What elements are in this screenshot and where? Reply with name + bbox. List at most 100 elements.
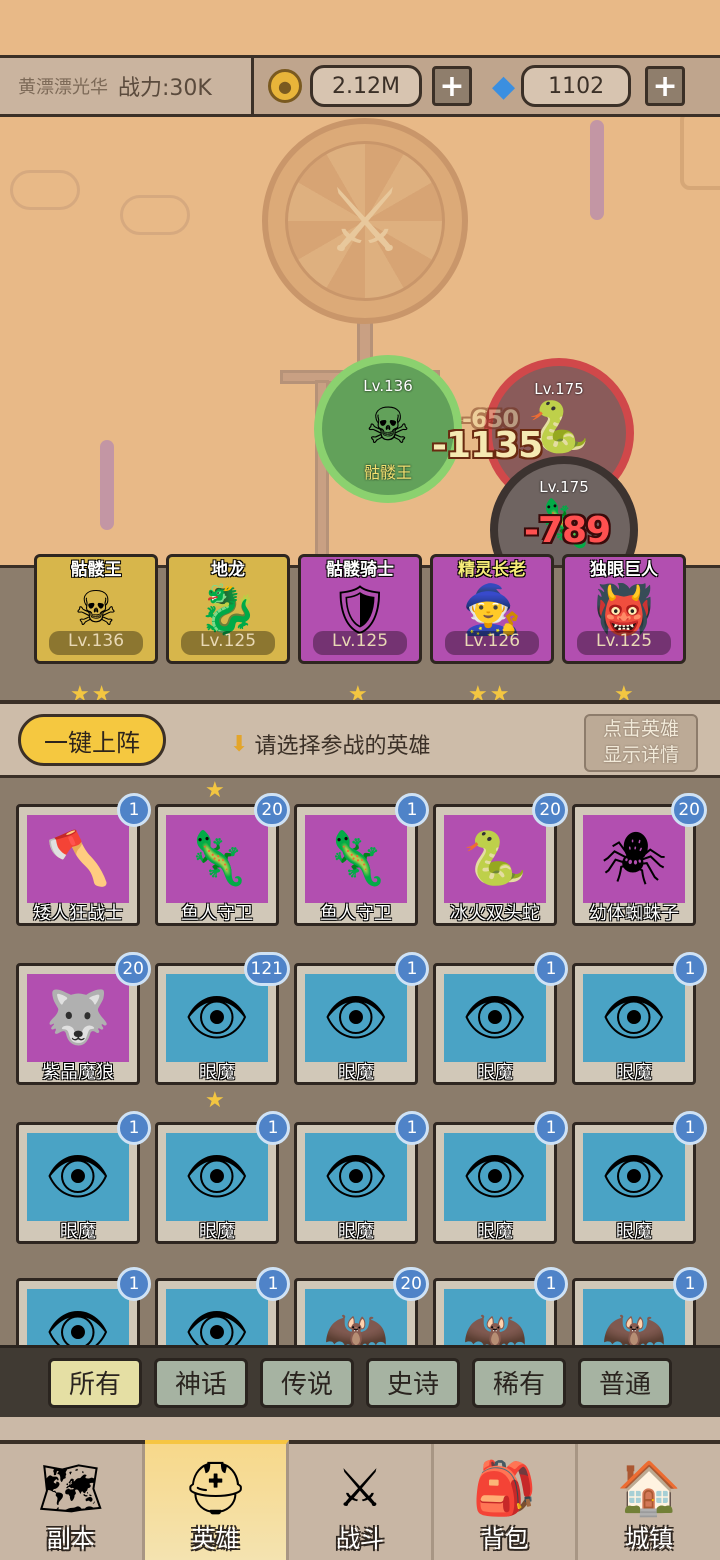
enemy-unit-level: Lv.175 <box>539 478 589 496</box>
hero-card[interactable]: 👁 眼魔 1 <box>572 1111 707 1244</box>
hero-card[interactable]: 👁 眼魔 1 <box>16 1111 151 1244</box>
hero-card[interactable]: 🐺 紫晶魔狼 20 <box>16 952 151 1085</box>
team-hero-name: 骷髅王 <box>70 560 122 580</box>
hero-count-badge: 1 <box>673 1111 707 1145</box>
map-icon: 🗺 <box>37 1459 104 1519</box>
fishman-icon: 🦎 <box>184 829 250 889</box>
hero-name: 矮人狂战士 <box>33 903 123 924</box>
nav-battle[interactable]: ⚔ 战斗 <box>289 1444 434 1560</box>
hero-name: 眼魔 <box>338 1062 374 1083</box>
hero-name: 眼魔 <box>616 1062 652 1083</box>
hero-card[interactable]: 👁 1 <box>155 1267 290 1348</box>
player-unit-name: 骷髅王 <box>363 463 412 482</box>
beholder-icon: 👁 <box>44 1303 111 1348</box>
filter-tab-legendary[interactable]: 传说 <box>260 1357 354 1408</box>
filter-tab-rare[interactable]: 稀有 <box>472 1357 566 1408</box>
hero-card[interactable]: 👁 眼魔 1 <box>155 1111 290 1244</box>
nav-label: 战斗 <box>335 1525 384 1553</box>
hero-card[interactable]: 👁 眼魔 121 <box>155 952 290 1085</box>
earth-dragon-icon: 🐉 <box>198 582 258 638</box>
hero-card[interactable]: 🪓 矮人狂战士 1 <box>16 793 151 926</box>
hero-card[interactable]: 👁 眼魔 1 <box>572 952 707 1085</box>
hero-name: 眼魔 <box>477 1062 513 1083</box>
crossed-swords-icon: ⚔ <box>325 169 405 272</box>
nav-label: 英雄 <box>191 1525 240 1553</box>
hero-card[interactable]: 🦎 鱼人守卫 20 <box>155 793 290 926</box>
hero-card[interactable]: 👁 眼魔 1 <box>294 1111 429 1244</box>
hero-card[interactable]: 🕷 幼体蜘蛛子 20 <box>572 793 707 926</box>
hero-count-badge: 1 <box>673 952 707 986</box>
team-slot[interactable]: 🛡 骷髅骑士 Lv.125 <box>298 554 422 664</box>
crossed-swords-icon: ⚔ <box>336 1459 384 1519</box>
hero-card[interactable]: 🦇 1 <box>572 1267 707 1348</box>
nav-dungeon[interactable]: 🗺 副本 <box>0 1444 145 1560</box>
hero-count-badge: 121 <box>243 952 290 986</box>
nav-town[interactable]: 🏠 城镇 <box>578 1444 720 1560</box>
team-hero-level: Lv.126 <box>445 631 539 655</box>
cloud-decoration <box>10 170 80 210</box>
building-decoration <box>680 110 720 190</box>
team-lineup: ☠ 骷髅王 Lv.136 🐉 地龙 Lv.125 🛡 骷髅骑士 Lv.125 🧙… <box>0 554 720 707</box>
filter-tab-common[interactable]: 普通 <box>578 1357 672 1408</box>
bat-icon: 🦇 <box>323 1303 389 1348</box>
hero-card[interactable]: 👁 眼魔 1 <box>294 952 429 1085</box>
add-gem-button[interactable]: + <box>645 66 686 106</box>
elf-elder-icon: 🧙 <box>462 582 522 638</box>
nav-label: 背包 <box>480 1525 529 1553</box>
combat-power: 战力:30K <box>118 76 212 101</box>
hero-card[interactable]: 🦇 20 <box>294 1267 429 1348</box>
bat-icon: 🦇 <box>601 1303 667 1348</box>
hero-card[interactable]: 👁 眼魔 1 <box>433 1111 568 1244</box>
hero-card[interactable]: 🦇 1 <box>433 1267 568 1348</box>
filter-tab-all[interactable]: 所有 <box>48 1357 142 1408</box>
arena-emblem[interactable]: ⚔ <box>262 118 468 324</box>
filter-tab-mythic[interactable]: 神话 <box>154 1357 248 1408</box>
hero-count-badge: 1 <box>117 1111 151 1145</box>
hero-card[interactable]: 🐍 冰火双头蛇 20 <box>433 793 568 926</box>
nav-heroes[interactable]: ⛑ 英雄 <box>144 1440 290 1560</box>
player-unit-level: Lv.136 <box>363 377 413 395</box>
hero-card[interactable]: 🦎 鱼人守卫 1 <box>294 793 429 926</box>
hero-name: 眼魔 <box>199 1221 235 1242</box>
auto-deploy-button[interactable]: 一键上阵 <box>18 714 166 766</box>
hero-name: 眼魔 <box>477 1221 513 1242</box>
player-info[interactable]: 黄漂漂光华 战力:30K <box>0 58 254 114</box>
team-hero-name: 地龙 <box>211 560 245 580</box>
show-details-toggle[interactable]: 点击英雄 显示详情 <box>584 714 698 772</box>
rarity-filter-bar: 所有 神话 传说 史诗 稀有 普通 <box>0 1345 720 1417</box>
team-hero-level: Lv.125 <box>313 631 407 655</box>
hero-name: 鱼人守卫 <box>320 903 392 924</box>
beholder-icon: 👁 <box>183 1147 250 1207</box>
hero-grid: 🪓 矮人狂战士 1 🦎 鱼人守卫 20 🦎 鱼人守卫 1 🐍 冰火双头蛇 20 🕷 幼体蜘蛛子 20 🐺 紫晶魔… <box>0 778 720 1348</box>
beholder-icon: 👁 <box>461 988 528 1048</box>
town-icon: 🏠 <box>616 1459 682 1519</box>
hero-count-badge: 20 <box>115 952 151 986</box>
hero-card[interactable]: 👁 1 <box>16 1267 151 1348</box>
hero-card[interactable]: 👁 眼魔 1 <box>433 952 568 1085</box>
team-slot[interactable]: 🧙 精灵长老 Lv.126 <box>430 554 554 664</box>
hero-count-badge: 20 <box>393 1267 429 1301</box>
bat-icon: 🦇 <box>462 1303 528 1348</box>
team-hero-name: 独眼巨人 <box>590 560 658 580</box>
team-slot[interactable]: ☠ 骷髅王 Lv.136 <box>34 554 158 664</box>
detail-label-line: 显示详情 <box>602 744 679 766</box>
hero-count-badge: 1 <box>117 793 151 827</box>
team-hero-level: Lv.125 <box>181 631 275 655</box>
nav-label: 城镇 <box>625 1525 674 1553</box>
detail-label-line: 点击英雄 <box>602 718 679 740</box>
hero-name: 鱼人守卫 <box>181 903 253 924</box>
nav-backpack[interactable]: 🎒 背包 <box>434 1444 579 1560</box>
hero-name: 眼魔 <box>199 1062 235 1083</box>
team-hero-name: 骷髅骑士 <box>326 560 394 580</box>
team-slot[interactable]: 👹 独眼巨人 Lv.125 <box>562 554 686 664</box>
beholder-icon: 👁 <box>600 988 667 1048</box>
hero-count-badge: 1 <box>256 1267 290 1301</box>
nav-separator <box>0 1417 720 1440</box>
diamond-icon: ◆ <box>492 68 516 104</box>
team-slot[interactable]: 🐉 地龙 Lv.125 <box>166 554 290 664</box>
gold-coin-icon: ● <box>268 69 302 103</box>
add-gold-button[interactable]: + <box>432 66 472 106</box>
filter-tab-epic[interactable]: 史诗 <box>366 1357 460 1408</box>
hero-count-badge: 20 <box>532 793 568 827</box>
gold-amount: 2.12M <box>310 65 422 107</box>
